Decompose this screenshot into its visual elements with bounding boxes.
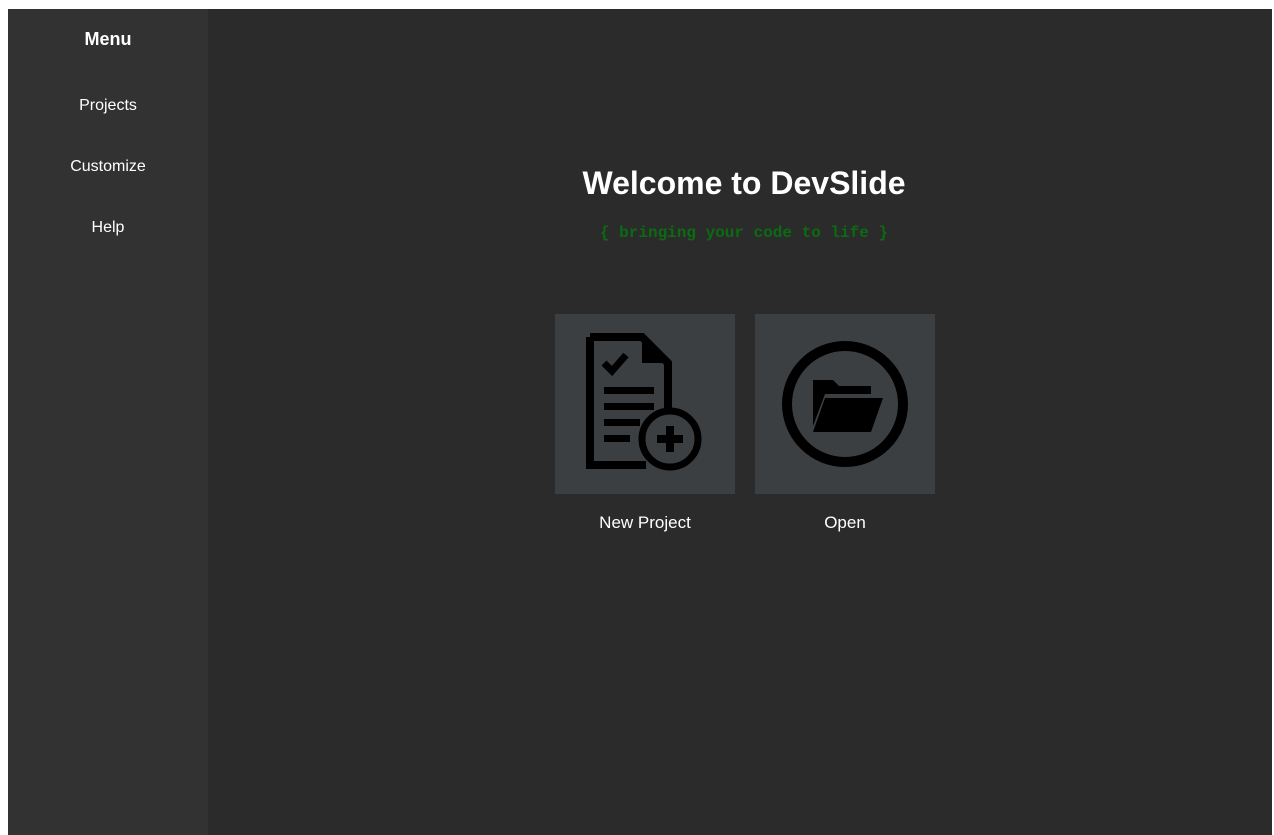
main-content: Welcome to DevSlide { bringing your code… [208,9,1272,835]
new-document-icon [586,333,702,471]
sidebar-item-customize[interactable]: Customize [70,157,146,177]
app-window: Menu Projects Customize Help Welcome to … [8,9,1272,835]
page-title: Welcome to DevSlide [582,165,906,201]
new-project-tile[interactable] [555,314,735,494]
open-tile[interactable] [755,314,935,494]
tagline: { bringing your code to life } [599,224,889,242]
open-button[interactable]: Open [755,314,935,533]
open-label: Open [824,513,866,532]
action-tiles: New Project Open [555,314,935,533]
sidebar: Menu Projects Customize Help [8,9,208,835]
sidebar-item-help[interactable]: Help [92,218,125,238]
new-project-label: New Project [599,513,691,532]
new-project-button[interactable]: New Project [555,314,735,533]
sidebar-item-projects[interactable]: Projects [79,96,137,116]
folder-open-icon [782,341,908,467]
menu-title: Menu [84,29,132,49]
